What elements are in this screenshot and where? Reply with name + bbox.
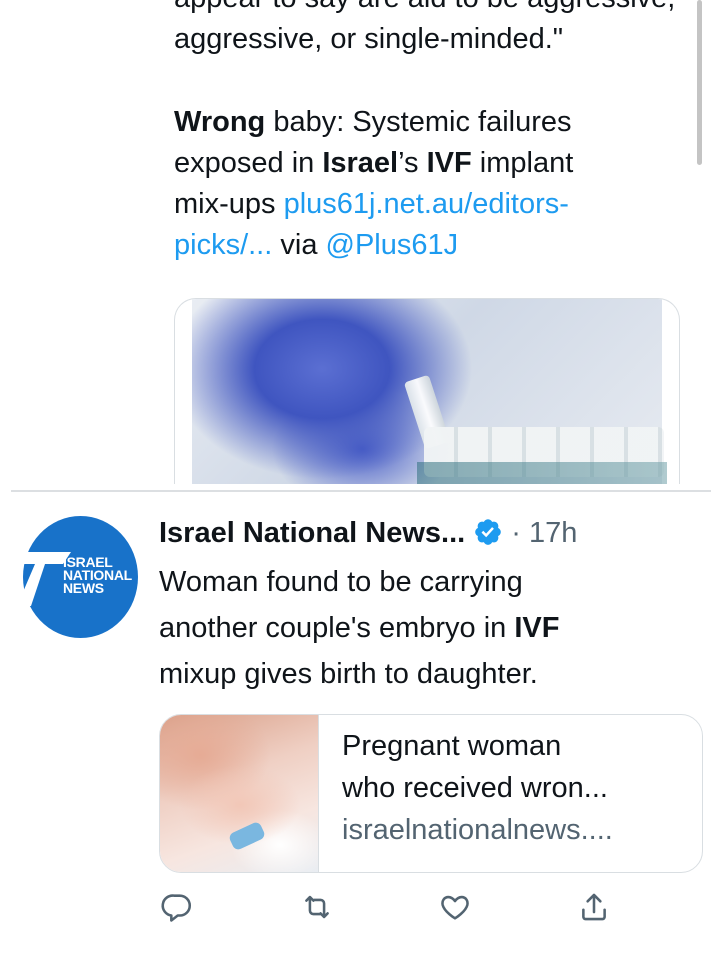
tweet-divider [11,490,711,492]
tweet-text-line: mixup gives birth to daughter. [159,658,538,690]
twitter-feed-screen: appear to say are aid to be aggressive, … [0,0,722,963]
tweet-text-line: another couple's embryo in IVF [159,605,679,651]
tweet-1-line: aggressive, or single-minded." [174,23,564,55]
author-name[interactable]: Israel National News... [159,517,465,549]
hospital-band-shape [227,820,267,852]
via-text: via [272,229,326,261]
link-card-domain: israelnationalnews.... [342,814,613,846]
share-button[interactable] [577,890,611,924]
tweet-text-line: Woman found to be carrying [159,566,523,598]
retweet-icon [305,895,329,919]
newborn-hand-image [160,715,319,872]
link-card-title: who received wron... [342,772,608,804]
avatar-text-line: NEWS [63,580,104,596]
reply-icon [161,894,192,922]
link-card-title: Pregnant woman [342,730,562,762]
tweet-text-bold-ivf: IVF [514,612,560,644]
avatar[interactable]: ISRAEL NATIONAL NEWS [23,516,138,638]
headline-text: exposed in [174,147,323,179]
headline-bold-israel: Israel [322,147,399,179]
tweet-text: another couple's embryo in [159,612,515,644]
tweet-1-cut-line: appear to say are aid to be aggressive, [174,0,675,19]
tweet-1-headline: Wrong baby: Systemic failures exposed in… [174,102,674,266]
mention-link[interactable]: @Plus61J [326,229,459,261]
tweet-action-bar [0,890,722,930]
headline-text: baby: Systemic failures [265,106,572,138]
headline-bold-wrong: Wrong [174,106,266,138]
headline-text: ’s [398,147,427,179]
timestamp[interactable]: 17h [529,517,577,549]
like-button[interactable] [438,890,472,924]
tweet-1-link-card[interactable] [174,298,680,484]
tweet-1-text: appear to say are aid to be aggressive, … [174,0,675,266]
article-link-continued[interactable]: picks/... [174,229,272,261]
headline-bold-ivf: IVF [426,147,472,179]
tweet-2-text: Woman found to be carrying another coupl… [159,559,679,697]
link-card-text: Pregnant woman who received wron... isra… [342,725,692,851]
reply-button[interactable] [160,890,194,924]
ivf-lab-image [192,299,667,484]
tweet-2-link-card[interactable]: Pregnant woman who received wron... isra… [159,714,703,873]
share-icon [582,893,606,921]
headline-text: mix-ups [174,188,284,220]
scrollbar[interactable] [697,0,702,165]
separator-dot: · [503,517,530,549]
verified-badge-icon [475,519,502,545]
article-link[interactable]: plus61j.net.au/editors- [284,188,569,220]
headline-text: implant [471,147,574,179]
retweet-button[interactable] [300,890,334,924]
tubes-base-shape [417,462,667,484]
like-icon [441,895,469,920]
tweet-2-header: Israel National News... · 17h ··· [159,512,719,554]
avatar-logo-text: ISRAEL NATIONAL NEWS [63,555,132,596]
